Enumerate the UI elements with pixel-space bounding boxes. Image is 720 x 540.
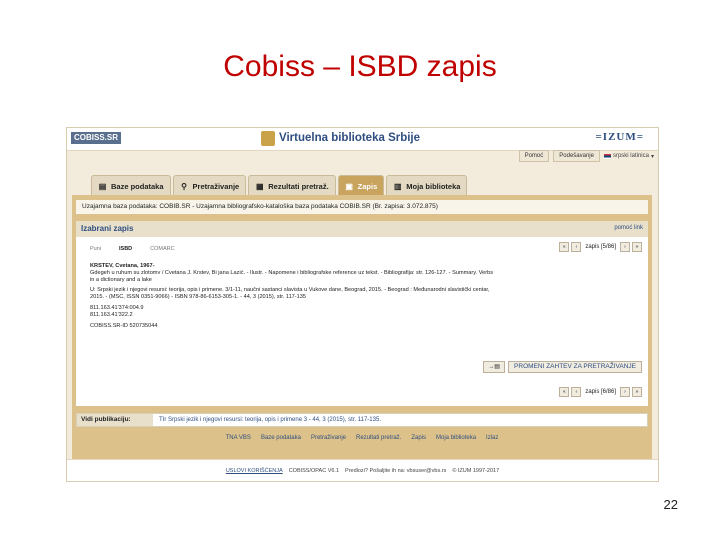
tab-label: Rezultati pretraž. [268, 181, 329, 191]
tab-label: Baze podataka [111, 181, 164, 191]
page-number: 22 [663, 497, 678, 512]
footer-link-baze[interactable]: Baze podataka [261, 431, 301, 445]
record-icon: ▣ [345, 181, 353, 191]
tab-label: Pretraživanje [192, 181, 240, 191]
first-record-button[interactable]: « [559, 242, 570, 252]
publication-label: Vidi publikaciju: [77, 414, 153, 426]
publication-link[interactable]: TIr Srpski jezik i njegovi resursi: teor… [159, 414, 381, 426]
opac-screenshot: COBISS.SR Virtuelna biblioteka Srbije =I… [66, 127, 659, 482]
help-button[interactable]: Pomoć [518, 150, 550, 162]
export-arrow-button[interactable]: →▤ [483, 361, 506, 373]
tab-baze-podataka[interactable]: ▤ Baze podataka [91, 175, 171, 196]
serbian-flag-icon [603, 153, 611, 159]
cobiss-logo[interactable]: COBISS.SR [71, 132, 122, 144]
footer-nav: TNA VBS Baze podataka Pretraživanje Rezu… [72, 431, 652, 445]
next-record-button[interactable]: › [620, 387, 630, 397]
previous-record-button[interactable]: ‹ [571, 387, 582, 397]
format-tab-isbd[interactable]: ISBD [119, 246, 132, 252]
language-select[interactable]: srpski latinica ▾ [603, 153, 654, 160]
vbs-badge-icon [261, 131, 275, 146]
footer-link-vbs[interactable]: TNA VBS [226, 431, 251, 445]
record-pager-top: « ‹ zapis [5/86] › » [559, 242, 642, 252]
publication-bar: Vidi publikaciju: TIr Srpski jezik i nje… [76, 413, 648, 427]
utility-row: Pomoć Podešavanje srpski latinica ▾ [518, 150, 654, 162]
terms-link[interactable]: USLOVI KORIŠĆENJA [226, 468, 283, 474]
record-line: in a dictionary and a lake [90, 276, 152, 283]
record-line: 2015. - (MSC, ISSN 0351-9066) - ISBN 978… [90, 294, 306, 301]
modify-search-button[interactable]: PROMENI ZAHTEV ZA PRETRAŽIVANJE [508, 361, 642, 373]
tab-zapis[interactable]: ▣ Zapis [337, 175, 385, 196]
footer-link-pretrazivanje[interactable]: Pretraživanje [311, 431, 346, 445]
record-author: KRSTEV, Cvetana, 1967- [90, 263, 155, 269]
database-info-bar: Uzajamna baza podataka: COBIB.SR - Uzaja… [76, 200, 648, 214]
record-line: U: Srpski jezik i njegovi resursi: teori… [90, 287, 490, 294]
format-tabs: Puni ISBD COMARC [90, 246, 175, 252]
language-label: srpski latinica [612, 153, 649, 159]
footer-link-zapis[interactable]: Zapis [411, 431, 426, 445]
copyright-text: © IZUM 1997-2017 [452, 468, 500, 474]
first-record-button[interactable]: « [559, 387, 570, 397]
tab-label: Moja biblioteka [406, 181, 461, 191]
izum-logo[interactable]: =IZUM= [596, 131, 644, 143]
record-cobiss-id: COBISS.SR-ID 520735044 [90, 322, 158, 329]
selected-record-panel: Izabrani zapis pomoć link Puni ISBD COMA… [76, 221, 648, 406]
format-tab-puni[interactable]: Puni [90, 246, 101, 252]
record-pager-bottom: « ‹ zapis [6/86] › » [559, 387, 642, 397]
slide-title: Cobiss – ISBD zapis [223, 50, 497, 83]
record-position: zapis [5/86] [585, 244, 616, 250]
version-label: COBISS/OPAC V6.1 [288, 468, 340, 474]
site-title[interactable]: Virtuelna biblioteka Srbije [279, 132, 420, 144]
settings-button[interactable]: Podešavanje [553, 150, 600, 162]
previous-record-button[interactable]: ‹ [571, 242, 582, 252]
panel-help-link[interactable]: pomoć link [614, 225, 643, 231]
tab-pretrazivanje[interactable]: ⚲ Pretraživanje [172, 175, 247, 196]
record-udc: 811.163.41'322.2 [90, 311, 133, 318]
tab-rezultati[interactable]: ▦ Rezultati pretraž. [248, 175, 336, 196]
chevron-down-icon: ▾ [650, 153, 654, 160]
library-icon: ▥ [393, 181, 402, 191]
record-actions: →▤ PROMENI ZAHTEV ZA PRETRAŽIVANJE [483, 361, 642, 373]
record-udc: 811.163.41'374:004.9 [90, 304, 144, 311]
panel-title: Izabrani zapis [81, 224, 134, 233]
tab-label: Zapis [357, 181, 378, 191]
record-line: Gdegeh u ruhum su zlotomv / Cvetana J. K… [90, 269, 494, 276]
suggestions-text[interactable]: Predlozi? Pošaljite ih na: vbsuser@vbs.r… [345, 468, 446, 474]
tab-moja-biblioteka[interactable]: ▥ Moja biblioteka [386, 175, 468, 196]
next-record-button[interactable]: › [620, 242, 630, 252]
top-banner: COBISS.SR Virtuelna biblioteka Srbije =I… [67, 128, 658, 151]
last-record-button[interactable]: » [632, 387, 642, 397]
record-position: zapis [6/86] [585, 389, 616, 395]
main-content: Uzajamna baza podataka: COBIB.SR - Uzaja… [72, 195, 652, 477]
results-icon: ▦ [255, 181, 264, 191]
main-tabs: ▤ Baze podataka ⚲ Pretraživanje ▦ Rezult… [91, 175, 468, 196]
panel-header: Izabrani zapis pomoć link [76, 221, 648, 237]
footer-link-rezultati[interactable]: Rezultati pretraž. [356, 431, 401, 445]
search-icon: ⚲ [181, 181, 187, 191]
bottom-bar: USLOVI KORIŠĆENJA COBISS/OPAC V6.1 Predl… [67, 459, 658, 481]
isbd-record: KRSTEV, Cvetana, 1967- Gdegeh u ruhum su… [90, 263, 640, 329]
footer-link-moja-biblioteka[interactable]: Moja biblioteka [436, 431, 476, 445]
footer-link-izlaz[interactable]: Izlaz [486, 431, 498, 445]
format-tab-comarc[interactable]: COMARC [150, 246, 174, 252]
last-record-button[interactable]: » [632, 242, 642, 252]
database-icon: ▤ [98, 181, 107, 191]
